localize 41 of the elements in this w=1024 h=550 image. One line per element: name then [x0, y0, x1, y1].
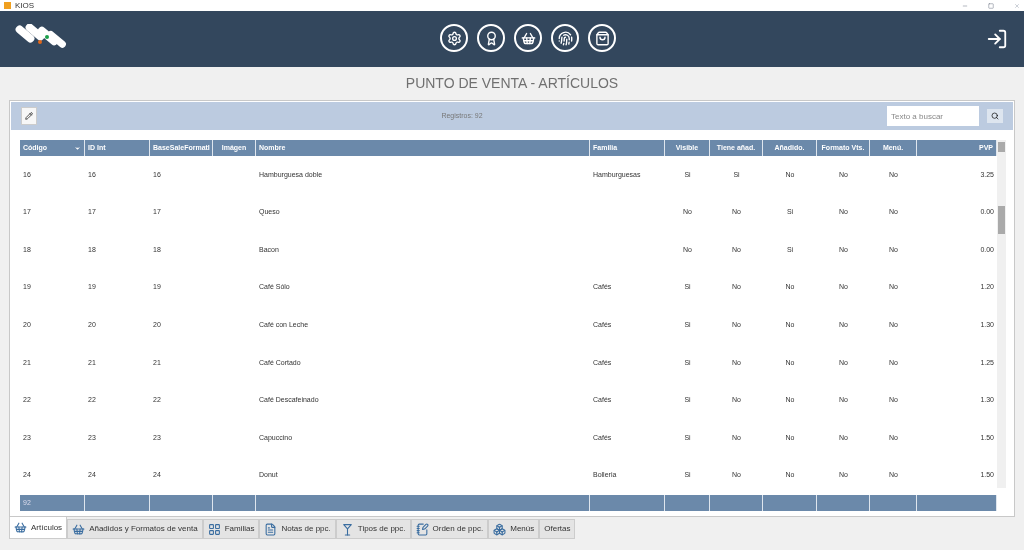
app-icon	[4, 2, 11, 9]
footer-cell	[150, 495, 213, 512]
award-button[interactable]	[477, 24, 505, 52]
basket-button[interactable]	[514, 24, 542, 52]
tab[interactable]: Ofertas	[539, 519, 576, 539]
fingerprint-button[interactable]	[551, 24, 579, 52]
notebook-icon	[415, 522, 429, 536]
scrollbar[interactable]	[997, 140, 1006, 488]
settings-button[interactable]	[440, 24, 468, 52]
footer-cell	[817, 495, 870, 512]
basket-icon	[14, 521, 27, 534]
fingerprint-icon	[557, 30, 573, 46]
tab[interactable]: Orden de ppc.	[410, 519, 489, 539]
settings-icon	[446, 30, 462, 46]
glass-icon	[340, 522, 354, 536]
bag-button[interactable]	[588, 24, 616, 52]
pencil-icon	[25, 112, 33, 120]
footer-cell	[665, 495, 710, 512]
basket-icon	[520, 30, 536, 46]
tab[interactable]: Añadidos y Formatos de venta	[67, 519, 203, 539]
grid-icon	[207, 522, 221, 536]
footer-cell	[710, 495, 763, 512]
search-field[interactable]: Texto a buscar	[887, 106, 979, 126]
basket-icon	[72, 522, 86, 536]
document-icon	[264, 522, 278, 536]
window-title: KIOS	[15, 1, 35, 10]
boxes-icon	[493, 522, 507, 536]
footer-cell	[763, 495, 817, 512]
tab[interactable]: Familias	[202, 519, 260, 539]
edit-button[interactable]	[21, 107, 37, 125]
search-button[interactable]	[987, 109, 1003, 123]
tab[interactable]: Tipos de ppc.	[335, 519, 411, 539]
footer-cell	[870, 495, 917, 512]
bag-icon	[594, 30, 610, 46]
tab[interactable]: Notas de ppc.	[259, 519, 336, 539]
footer-cell	[213, 495, 256, 512]
tab[interactable]: Menús	[488, 519, 540, 539]
tab[interactable]: Artículos	[9, 517, 68, 539]
page-title: PUNTO DE VENTA - ARTÍCULOS	[405, 74, 619, 93]
logout-icon[interactable]	[986, 28, 1008, 50]
search-icon	[991, 112, 999, 120]
